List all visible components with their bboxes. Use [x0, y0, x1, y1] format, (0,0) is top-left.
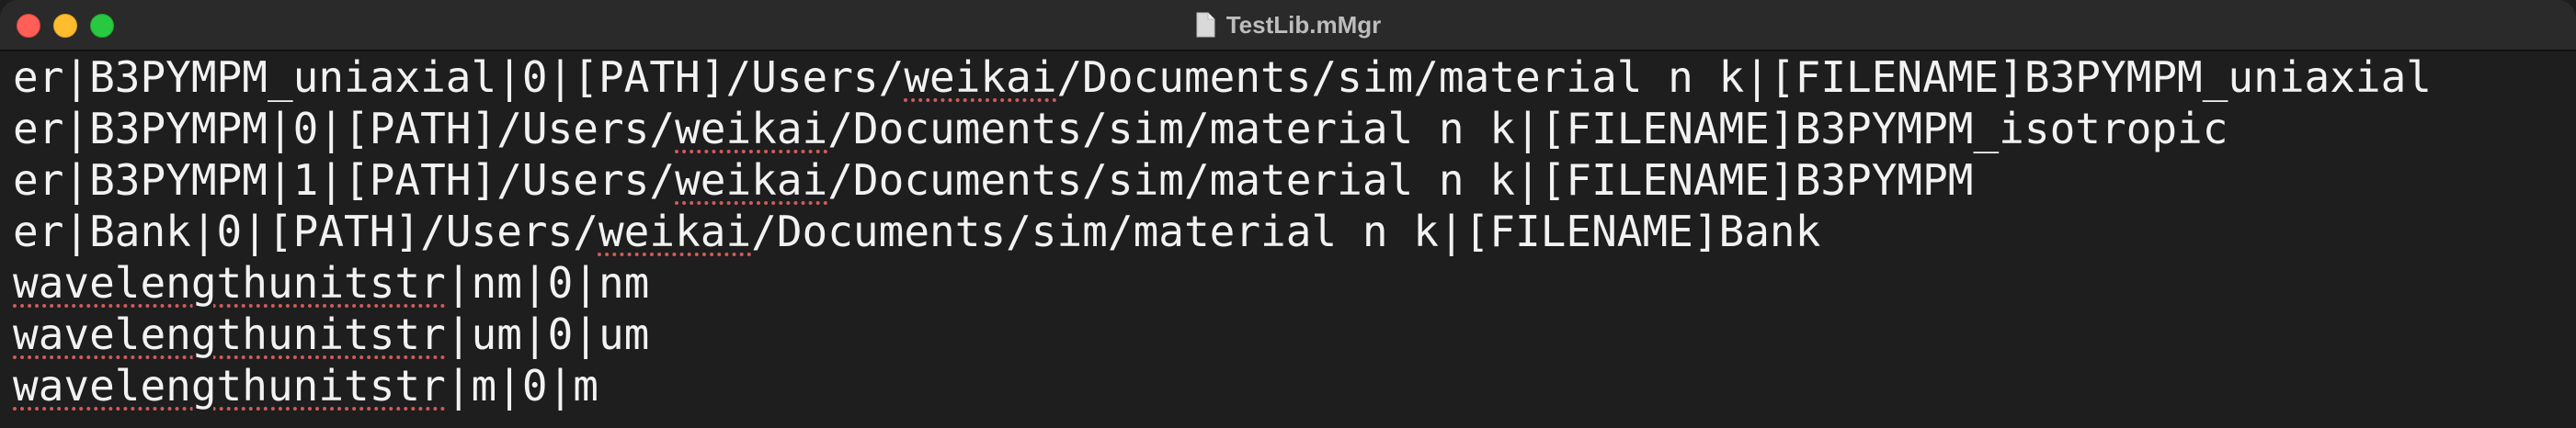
line-text: /Documents/sim/material n k|[FILENAME]Ba… — [751, 207, 1821, 256]
line-text: er|B3PYMPM_uniaxial|0|[PATH]/Users/ — [13, 52, 905, 102]
text-line[interactable]: wavelengthunitstr|nm|0|nm — [13, 257, 2576, 309]
text-line[interactable]: er|Bank|0|[PATH]/Users/weikai/Documents/… — [13, 206, 2576, 257]
misspelled-word: wavelengthunitstr — [13, 310, 446, 359]
editor-window: TestLib.mMgr er|B3PYMPM_uniaxial|0|[PATH… — [0, 0, 2576, 428]
text-line[interactable]: wavelengthunitstr|um|0|um — [13, 309, 2576, 360]
misspelled-word: weikai — [675, 155, 828, 205]
line-text: er|B3PYMPM|0|[PATH]/Users/ — [13, 104, 676, 153]
misspelled-word: weikai — [598, 207, 752, 256]
misspelled-word: weikai — [675, 104, 828, 153]
line-text: /Documents/sim/material n k|[FILENAME]B3… — [1056, 52, 2432, 102]
line-text: /Documents/sim/material n k|[FILENAME]B3… — [827, 155, 1974, 205]
title-bar[interactable]: TestLib.mMgr — [0, 0, 2576, 51]
text-line[interactable]: er|B3PYMPM|1|[PATH]/Users/weikai/Documen… — [13, 154, 2576, 206]
document-icon — [1196, 12, 1215, 38]
line-text: er|B3PYMPM|1|[PATH]/Users/ — [13, 155, 676, 205]
misspelled-word: wavelengthunitstr — [13, 361, 446, 411]
misspelled-word: weikai — [904, 52, 1057, 102]
text-line[interactable]: er|B3PYMPM_uniaxial|0|[PATH]/Users/weika… — [13, 51, 2576, 103]
misspelled-word: wavelengthunitstr — [13, 258, 446, 308]
line-text: er|Bank|0|[PATH]/Users/ — [13, 207, 598, 256]
line-text: |m|0|m — [445, 361, 598, 411]
window-title-area: TestLib.mMgr — [0, 0, 2576, 50]
line-text: |um|0|um — [445, 310, 650, 359]
window-title: TestLib.mMgr — [1225, 10, 1382, 39]
text-line[interactable]: wavelengthunitstr|m|0|m — [13, 360, 2576, 411]
line-text: /Documents/sim/material n k|[FILENAME]B3… — [827, 104, 2228, 153]
line-text: |nm|0|nm — [445, 258, 650, 308]
text-line[interactable]: er|B3PYMPM|0|[PATH]/Users/weikai/Documen… — [13, 103, 2576, 154]
text-editor-content[interactable]: er|B3PYMPM_uniaxial|0|[PATH]/Users/weika… — [0, 51, 2576, 428]
